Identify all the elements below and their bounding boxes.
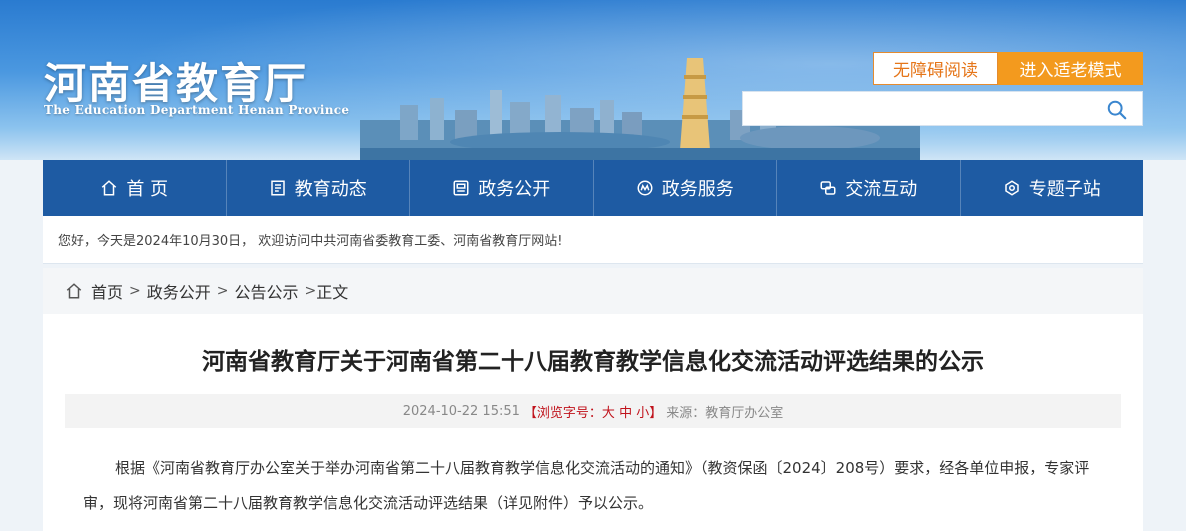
font-size-small-button[interactable]: 小 [636, 406, 649, 421]
breadcrumb-separator: > [304, 283, 317, 299]
nav-item-label: 首 页 [126, 179, 169, 200]
article-title: 河南省教育厅关于河南省第二十八届教育教学信息化交流活动评选结果的公示 [202, 349, 984, 375]
font-size-control: 【浏览字号：大 中 小】 [524, 402, 662, 421]
content-panel: 首页 > 政务公开 > 公告公示 > 正文 河南省教育厅关于河南省第二十八届教育… [43, 268, 1143, 531]
breadcrumb-separator: > [129, 283, 141, 299]
nav-item-label: 政务服务 [661, 179, 734, 200]
welcome-bar: 您好，今天是2024年10月30日， 欢迎访问中共河南省委教育工委、河南省教育厅… [43, 216, 1143, 264]
elder-mode-button[interactable]: 进入适老模式 [998, 52, 1143, 85]
document-icon [453, 180, 469, 196]
breadcrumb-home[interactable]: 首页 [91, 279, 123, 303]
nav-item-news[interactable]: 教育动态 [227, 160, 410, 216]
breadcrumb-announcements[interactable]: 公告公示 [235, 279, 299, 303]
welcome-text: 您好，今天是2024年10月30日， 欢迎访问中共河南省委教育工委、河南省教育厅… [58, 234, 563, 249]
font-size-medium-button[interactable]: 中 [619, 406, 632, 421]
nav-item-label: 交流互动 [845, 179, 918, 200]
breadcrumb-separator: > [216, 283, 229, 299]
nav-item-topics[interactable]: 专题子站 [961, 160, 1144, 216]
font-size-suffix: 】 [649, 405, 663, 421]
font-size-prefix: 【浏览字号： [523, 405, 602, 421]
breadcrumb-gov-affairs[interactable]: 政务公开 [147, 279, 211, 303]
service-icon [637, 180, 653, 196]
home-icon [66, 283, 82, 299]
header-banner: 河南省教育厅 The Education Department Henan Pr… [0, 0, 1186, 160]
search-icon[interactable] [1106, 99, 1128, 121]
article-source: 来源：教育厅办公室 [666, 405, 784, 421]
topic-icon [1005, 180, 1019, 196]
nav-item-home[interactable]: 首 页 [43, 160, 227, 216]
nav-item-interaction[interactable]: 交流互动 [777, 160, 961, 216]
search-input[interactable] [749, 96, 1089, 122]
interaction-icon [820, 181, 836, 195]
main-nav: 首 页 教育动态 政务公开 政务服务 交流互动 专题子站 [43, 160, 1143, 216]
nav-item-label: 专题子站 [1028, 179, 1101, 200]
breadcrumb: 首页 > 政务公开 > 公告公示 > 正文 [43, 268, 1143, 314]
site-subtitle: The Education Department Henan Province [44, 103, 350, 117]
news-icon [271, 180, 285, 196]
nav-item-gov-service[interactable]: 政务服务 [594, 160, 777, 216]
article-meta: 2024-10-22 15:51 【浏览字号：大 中 小】 来源：教育厅办公室 [65, 394, 1121, 428]
home-icon [102, 180, 117, 196]
accessibility-button[interactable]: 无障碍阅读 [873, 52, 998, 85]
nav-item-label: 教育动态 [294, 179, 367, 200]
breadcrumb-current: 正文 [316, 283, 349, 302]
search-box [742, 91, 1143, 126]
article-date: 2024-10-22 15:51 [402, 403, 520, 419]
nav-item-gov-affairs[interactable]: 政务公开 [410, 160, 594, 216]
nav-item-label: 政务公开 [478, 179, 551, 200]
font-size-large-button[interactable]: 大 [602, 406, 615, 421]
article-body: 根据《河南省教育厅办公室关于举办河南省第二十八届教育教学信息化交流活动的通知》（… [83, 459, 1090, 512]
site-title: 河南省教育厅 [44, 59, 309, 108]
